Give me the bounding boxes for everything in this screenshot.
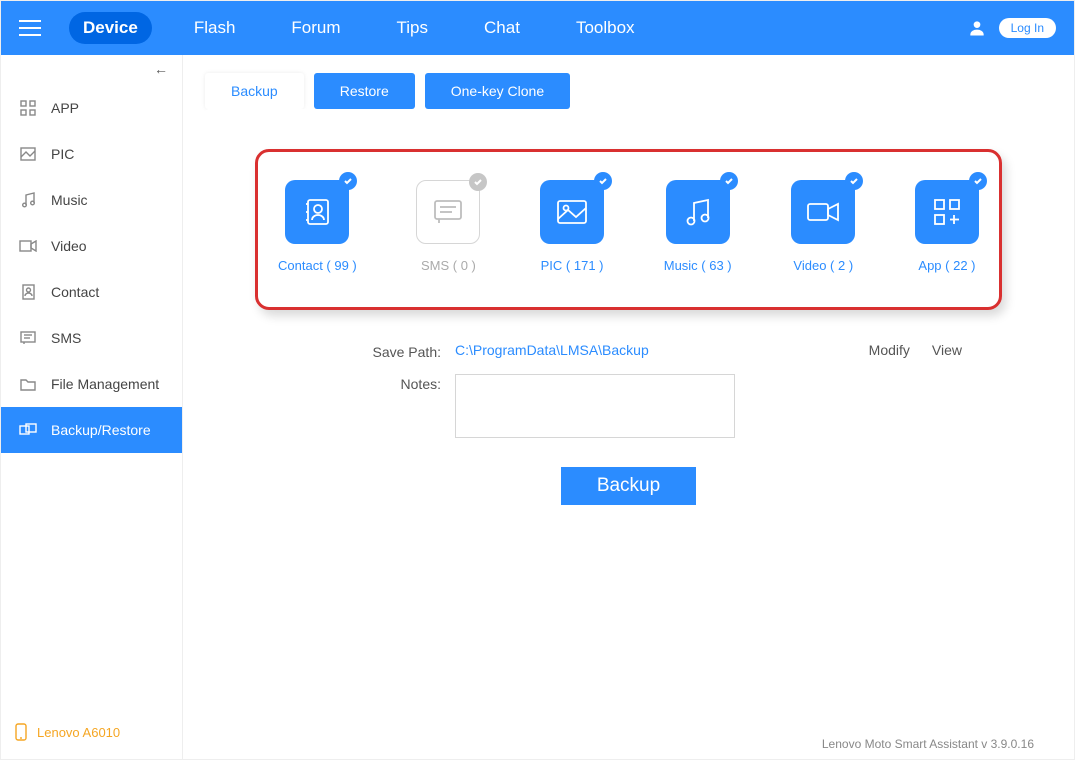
tile-pic[interactable]: PIC ( 171 ) xyxy=(540,180,604,273)
check-icon xyxy=(845,172,863,190)
folder-icon xyxy=(19,378,37,391)
modify-button[interactable]: Modify xyxy=(869,342,910,358)
sidebar-item-label: File Management xyxy=(51,376,159,392)
video-icon xyxy=(19,240,37,252)
save-path-label: Save Path: xyxy=(295,342,455,360)
music-icon xyxy=(19,192,37,208)
footer-version: Lenovo Moto Smart Assistant v 3.9.0.16 xyxy=(205,727,1052,759)
check-icon xyxy=(339,172,357,190)
save-path-value[interactable]: C:\ProgramData\LMSA\Backup xyxy=(455,342,822,358)
nav-forum[interactable]: Forum xyxy=(277,12,354,44)
nav-toolbox[interactable]: Toolbox xyxy=(562,12,649,44)
tabs: Backup Restore One-key Clone xyxy=(205,73,1052,109)
tile-app[interactable]: App ( 22 ) xyxy=(915,180,979,273)
tile-label: App ( 22 ) xyxy=(918,258,975,273)
check-icon xyxy=(469,173,487,191)
contact-icon xyxy=(19,284,37,300)
device-name: Lenovo A6010 xyxy=(37,725,120,740)
sidebar-item-label: SMS xyxy=(51,330,81,346)
tile-video[interactable]: Video ( 2 ) xyxy=(791,180,855,273)
tab-restore[interactable]: Restore xyxy=(314,73,415,109)
check-icon xyxy=(720,172,738,190)
nav-tips[interactable]: Tips xyxy=(383,12,443,44)
tile-label: PIC ( 171 ) xyxy=(541,258,604,273)
nav-device[interactable]: Device xyxy=(69,12,152,44)
login-button[interactable]: Log In xyxy=(999,18,1056,38)
backup-restore-icon xyxy=(19,423,37,437)
sidebar-item-contact[interactable]: Contact xyxy=(1,269,182,315)
collapse-sidebar-icon[interactable]: ← xyxy=(1,55,182,79)
sidebar-item-backup-restore[interactable]: Backup/Restore xyxy=(1,407,182,453)
sidebar: ← APP PIC Music Video Contact xyxy=(1,55,183,759)
sidebar-item-sms[interactable]: SMS xyxy=(1,315,182,361)
check-icon xyxy=(969,172,987,190)
sidebar-item-music[interactable]: Music xyxy=(1,177,182,223)
phone-icon xyxy=(15,723,27,741)
tab-backup[interactable]: Backup xyxy=(205,73,304,109)
nav-chat[interactable]: Chat xyxy=(470,12,534,44)
device-row[interactable]: Lenovo A6010 xyxy=(15,723,120,741)
pic-icon xyxy=(19,147,37,161)
sidebar-item-label: Video xyxy=(51,238,87,254)
sidebar-item-app[interactable]: APP xyxy=(1,85,182,131)
view-button[interactable]: View xyxy=(932,342,962,358)
sidebar-item-label: APP xyxy=(51,100,79,116)
tiles-highlight: Contact ( 99 ) SMS ( 0 ) xyxy=(255,149,1002,310)
sidebar-item-label: Backup/Restore xyxy=(51,422,151,438)
tile-label: SMS ( 0 ) xyxy=(421,258,476,273)
backup-button[interactable]: Backup xyxy=(561,467,696,505)
sidebar-item-label: Music xyxy=(51,192,88,208)
tile-label: Video ( 2 ) xyxy=(793,258,853,273)
tile-contact[interactable]: Contact ( 99 ) xyxy=(278,180,357,273)
user-icon xyxy=(967,18,987,38)
main: Backup Restore One-key Clone Contact ( 9… xyxy=(183,55,1074,759)
tab-onekey-clone[interactable]: One-key Clone xyxy=(425,73,570,109)
tile-music[interactable]: Music ( 63 ) xyxy=(664,180,732,273)
sidebar-item-file-management[interactable]: File Management xyxy=(1,361,182,407)
notes-input[interactable] xyxy=(455,374,735,438)
sidebar-item-label: Contact xyxy=(51,284,99,300)
tile-label: Music ( 63 ) xyxy=(664,258,732,273)
sms-icon xyxy=(19,331,37,345)
panel: Contact ( 99 ) SMS ( 0 ) xyxy=(205,109,1052,727)
menu-icon[interactable] xyxy=(19,20,41,36)
tile-label: Contact ( 99 ) xyxy=(278,258,357,273)
nav-flash[interactable]: Flash xyxy=(180,12,250,44)
topbar: Device Flash Forum Tips Chat Toolbox Log… xyxy=(1,1,1074,55)
sidebar-item-video[interactable]: Video xyxy=(1,223,182,269)
sidebar-item-label: PIC xyxy=(51,146,74,162)
sidebar-item-pic[interactable]: PIC xyxy=(1,131,182,177)
app-icon xyxy=(19,100,37,116)
nav: Device Flash Forum Tips Chat Toolbox xyxy=(69,12,649,44)
check-icon xyxy=(594,172,612,190)
tile-sms[interactable]: SMS ( 0 ) xyxy=(416,180,480,273)
notes-label: Notes: xyxy=(295,374,455,392)
